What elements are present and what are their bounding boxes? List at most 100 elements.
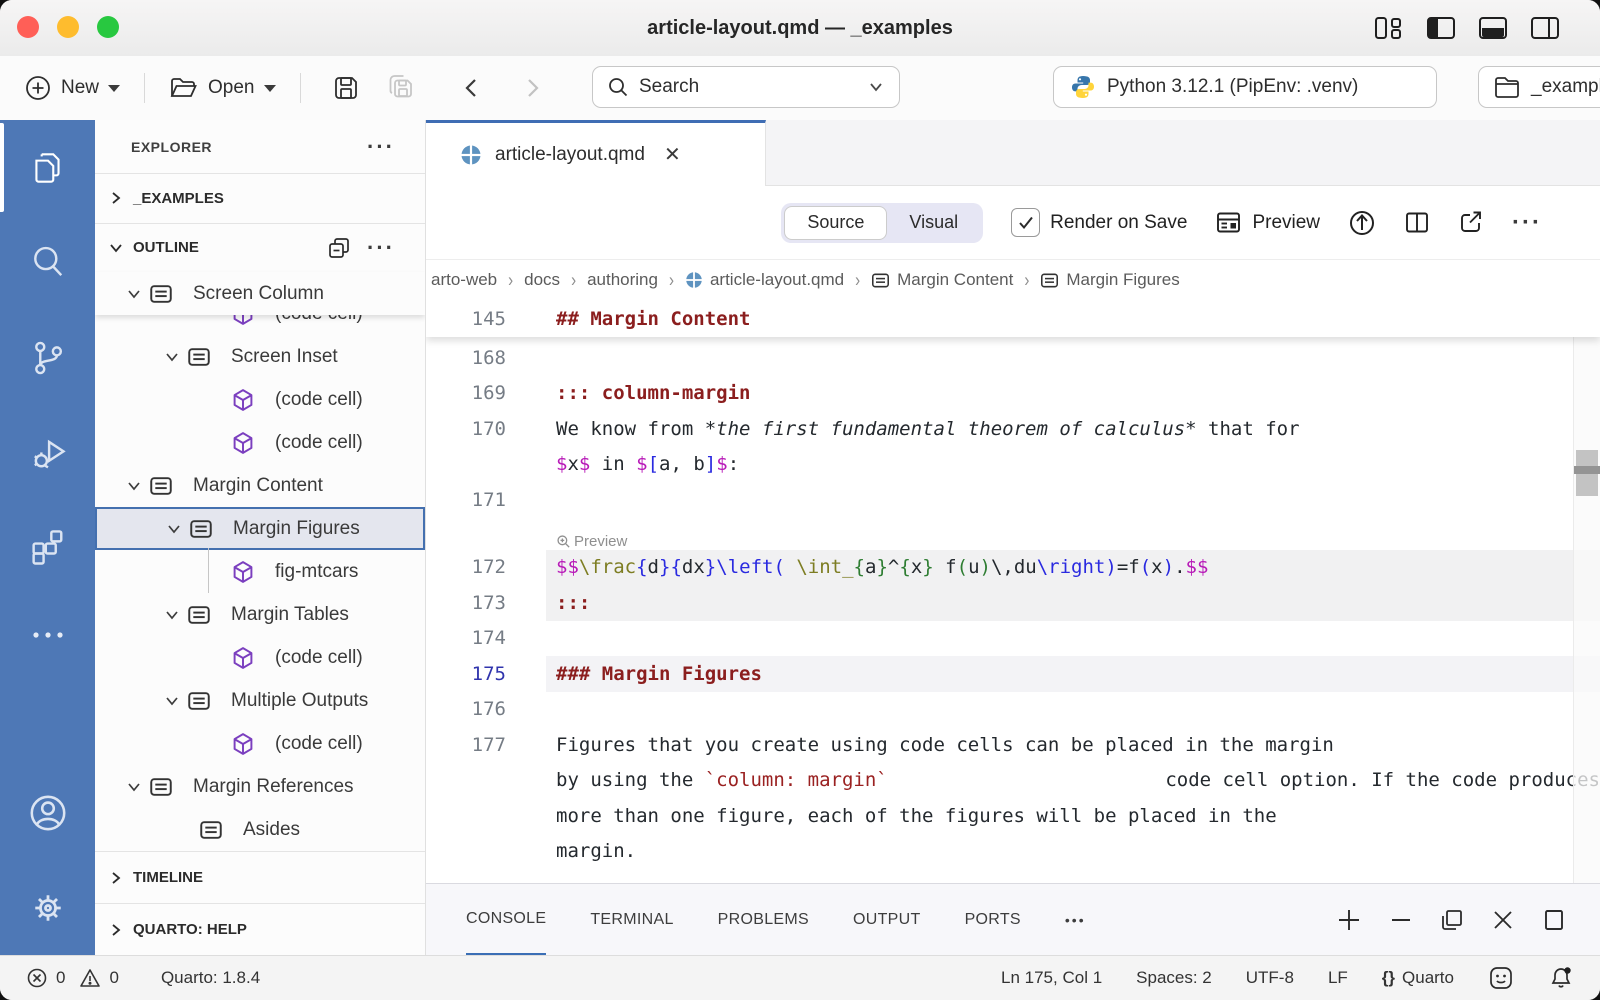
section-quarto-help[interactable]: QUARTO: HELP <box>95 903 425 955</box>
code-line[interactable]: by using the `column: margin` code cell … <box>426 763 1600 799</box>
tab-close-icon[interactable]: ✕ <box>664 142 681 167</box>
save-button[interactable] <box>329 69 363 107</box>
code-line[interactable]: 170We know from *the first fundamental t… <box>426 411 1600 447</box>
account-button[interactable] <box>0 765 95 860</box>
breadcrumb-item[interactable]: Margin Content <box>871 270 1013 290</box>
outline-item[interactable]: Screen Inset <box>95 335 425 378</box>
preview-button[interactable]: Preview <box>1215 210 1320 235</box>
toggle-right-panel-icon[interactable] <box>1530 15 1560 41</box>
sticky-code-line[interactable]: 145## Margin Content <box>426 300 1600 337</box>
sidebar-item-more[interactable] <box>0 595 95 675</box>
panel-tab-console[interactable]: CONSOLE <box>466 884 546 955</box>
breadcrumb-item[interactable]: docs <box>524 270 560 290</box>
project-selector[interactable]: _examples <box>1478 66 1600 108</box>
forward-button[interactable] <box>517 70 547 106</box>
search-dropdown-chevron-icon[interactable] <box>867 81 885 93</box>
section-timeline[interactable]: TIMELINE <box>95 851 425 903</box>
chevron-down-icon[interactable] <box>119 284 149 304</box>
panel-more-icon[interactable]: ••• <box>1065 912 1086 928</box>
cursor-position-status[interactable]: Ln 175, Col 1 <box>1001 968 1102 988</box>
split-editor-button[interactable] <box>1404 210 1430 235</box>
chevron-down-icon[interactable] <box>119 777 149 797</box>
outline-item[interactable]: (code cell) <box>95 722 425 765</box>
panel-close-icon[interactable] <box>1492 909 1514 931</box>
editor-scrollbar[interactable] <box>1573 300 1600 883</box>
panel-tab-terminal[interactable]: TERMINAL <box>590 884 673 955</box>
source-mode-button[interactable]: Source <box>784 206 887 240</box>
eol-status[interactable]: LF <box>1328 968 1348 988</box>
code-line[interactable]: 169::: column-margin <box>426 376 1600 412</box>
code-editor[interactable]: 145## Margin Content168169::: column-mar… <box>426 300 1600 883</box>
panel-minimize-icon[interactable] <box>1390 916 1412 924</box>
render-on-save-checkbox[interactable] <box>1011 208 1040 237</box>
panel-restore-icon[interactable] <box>1440 908 1464 932</box>
settings-button[interactable] <box>0 860 95 955</box>
sidebar-item-extensions[interactable] <box>0 500 95 595</box>
outline-item[interactable]: Margin Tables <box>95 593 425 636</box>
chevron-down-icon[interactable] <box>157 691 187 711</box>
save-all-button[interactable] <box>385 69 419 107</box>
sidebar-item-source-control[interactable] <box>0 310 95 405</box>
outline-item[interactable]: Margin Content <box>95 464 425 507</box>
outline-item[interactable]: fig-mtcars <box>95 550 425 593</box>
code-line[interactable]: 176 <box>426 692 1600 728</box>
render-on-save-control[interactable]: Render on Save <box>1011 208 1187 237</box>
collapse-all-icon[interactable] <box>327 236 351 260</box>
outline-item[interactable]: Margin Figures <box>95 507 425 550</box>
chevron-down-icon[interactable] <box>157 347 187 367</box>
language-mode-status[interactable]: {} Quarto <box>1382 968 1454 988</box>
chevron-down-icon[interactable] <box>157 605 187 625</box>
outline-item[interactable]: Margin References <box>95 765 425 808</box>
outline-item[interactable]: Multiple Outputs <box>95 679 425 722</box>
code-line[interactable]: 173::: <box>426 585 1600 621</box>
panel-new-icon[interactable] <box>1336 907 1362 933</box>
new-button[interactable]: New <box>22 70 122 106</box>
chevron-down-icon[interactable] <box>119 476 149 496</box>
tab-article-layout[interactable]: article-layout.qmd ✕ <box>426 120 766 186</box>
preview-lens-link[interactable]: Preview <box>556 533 627 550</box>
code-line[interactable]: 172$$\frac{d}{dx}\left( \int_{a}^{x} f(u… <box>426 550 1600 586</box>
sidebar-item-explorer[interactable] <box>0 120 95 215</box>
notifications-button[interactable] <box>1548 965 1574 991</box>
breadcrumb-item[interactable]: authoring <box>587 270 658 290</box>
code-line[interactable]: 177Figures that you create using code ce… <box>426 727 1600 763</box>
back-button[interactable] <box>457 70 487 106</box>
breadcrumb-item[interactable]: Margin Figures <box>1040 270 1179 290</box>
outline-item[interactable]: (code cell) <box>95 378 425 421</box>
toggle-left-panel-icon[interactable] <box>1426 15 1456 41</box>
section-outline[interactable]: OUTLINE ··· <box>95 223 425 272</box>
section-examples[interactable]: _EXAMPLES <box>95 173 425 222</box>
publish-button[interactable] <box>1348 209 1376 237</box>
sidebar-item-run-debug[interactable] <box>0 405 95 500</box>
toggle-bottom-panel-icon[interactable] <box>1478 15 1508 41</box>
feedback-button[interactable] <box>1488 965 1514 991</box>
outline-item[interactable]: Screen Column <box>95 272 425 315</box>
outline-item[interactable]: (code cell) <box>95 315 425 335</box>
code-line[interactable]: more than one figure, each of the figure… <box>426 798 1600 834</box>
explorer-more-icon[interactable]: ··· <box>367 142 395 152</box>
quarto-version-status[interactable]: Quarto: 1.8.4 <box>161 968 260 988</box>
code-line[interactable]: $x$ in $[a, b]$: <box>426 447 1600 483</box>
problems-status[interactable]: 0 0 <box>26 967 119 989</box>
sidebar-item-search[interactable] <box>0 215 95 310</box>
code-line[interactable]: margin. <box>426 834 1600 870</box>
code-line[interactable]: 171 <box>426 482 1600 518</box>
open-external-button[interactable] <box>1458 210 1484 235</box>
indentation-status[interactable]: Spaces: 2 <box>1136 968 1212 988</box>
code-line[interactable]: 168 <box>426 340 1600 376</box>
breadcrumb-item[interactable]: article-layout.qmd <box>685 270 844 290</box>
outline-more-icon[interactable]: ··· <box>367 243 395 253</box>
customize-layout-icon[interactable] <box>1374 15 1404 41</box>
breadcrumb-item[interactable]: arto-web <box>431 270 497 290</box>
panel-tab-problems[interactable]: PROBLEMS <box>718 884 809 955</box>
visual-mode-button[interactable]: Visual <box>887 206 980 240</box>
panel-tab-output[interactable]: OUTPUT <box>853 884 921 955</box>
chevron-down-icon[interactable] <box>159 519 189 539</box>
interpreter-selector[interactable]: Python 3.12.1 (PipEnv: .venv) <box>1053 66 1437 108</box>
search-input[interactable]: Search <box>592 66 900 108</box>
editor-more-icon[interactable]: ··· <box>1512 209 1542 237</box>
panel-maximize-icon[interactable] <box>1542 908 1566 932</box>
encoding-status[interactable]: UTF-8 <box>1246 968 1294 988</box>
code-line[interactable]: 175### Margin Figures <box>426 656 1600 692</box>
open-button[interactable]: Open <box>167 71 277 105</box>
